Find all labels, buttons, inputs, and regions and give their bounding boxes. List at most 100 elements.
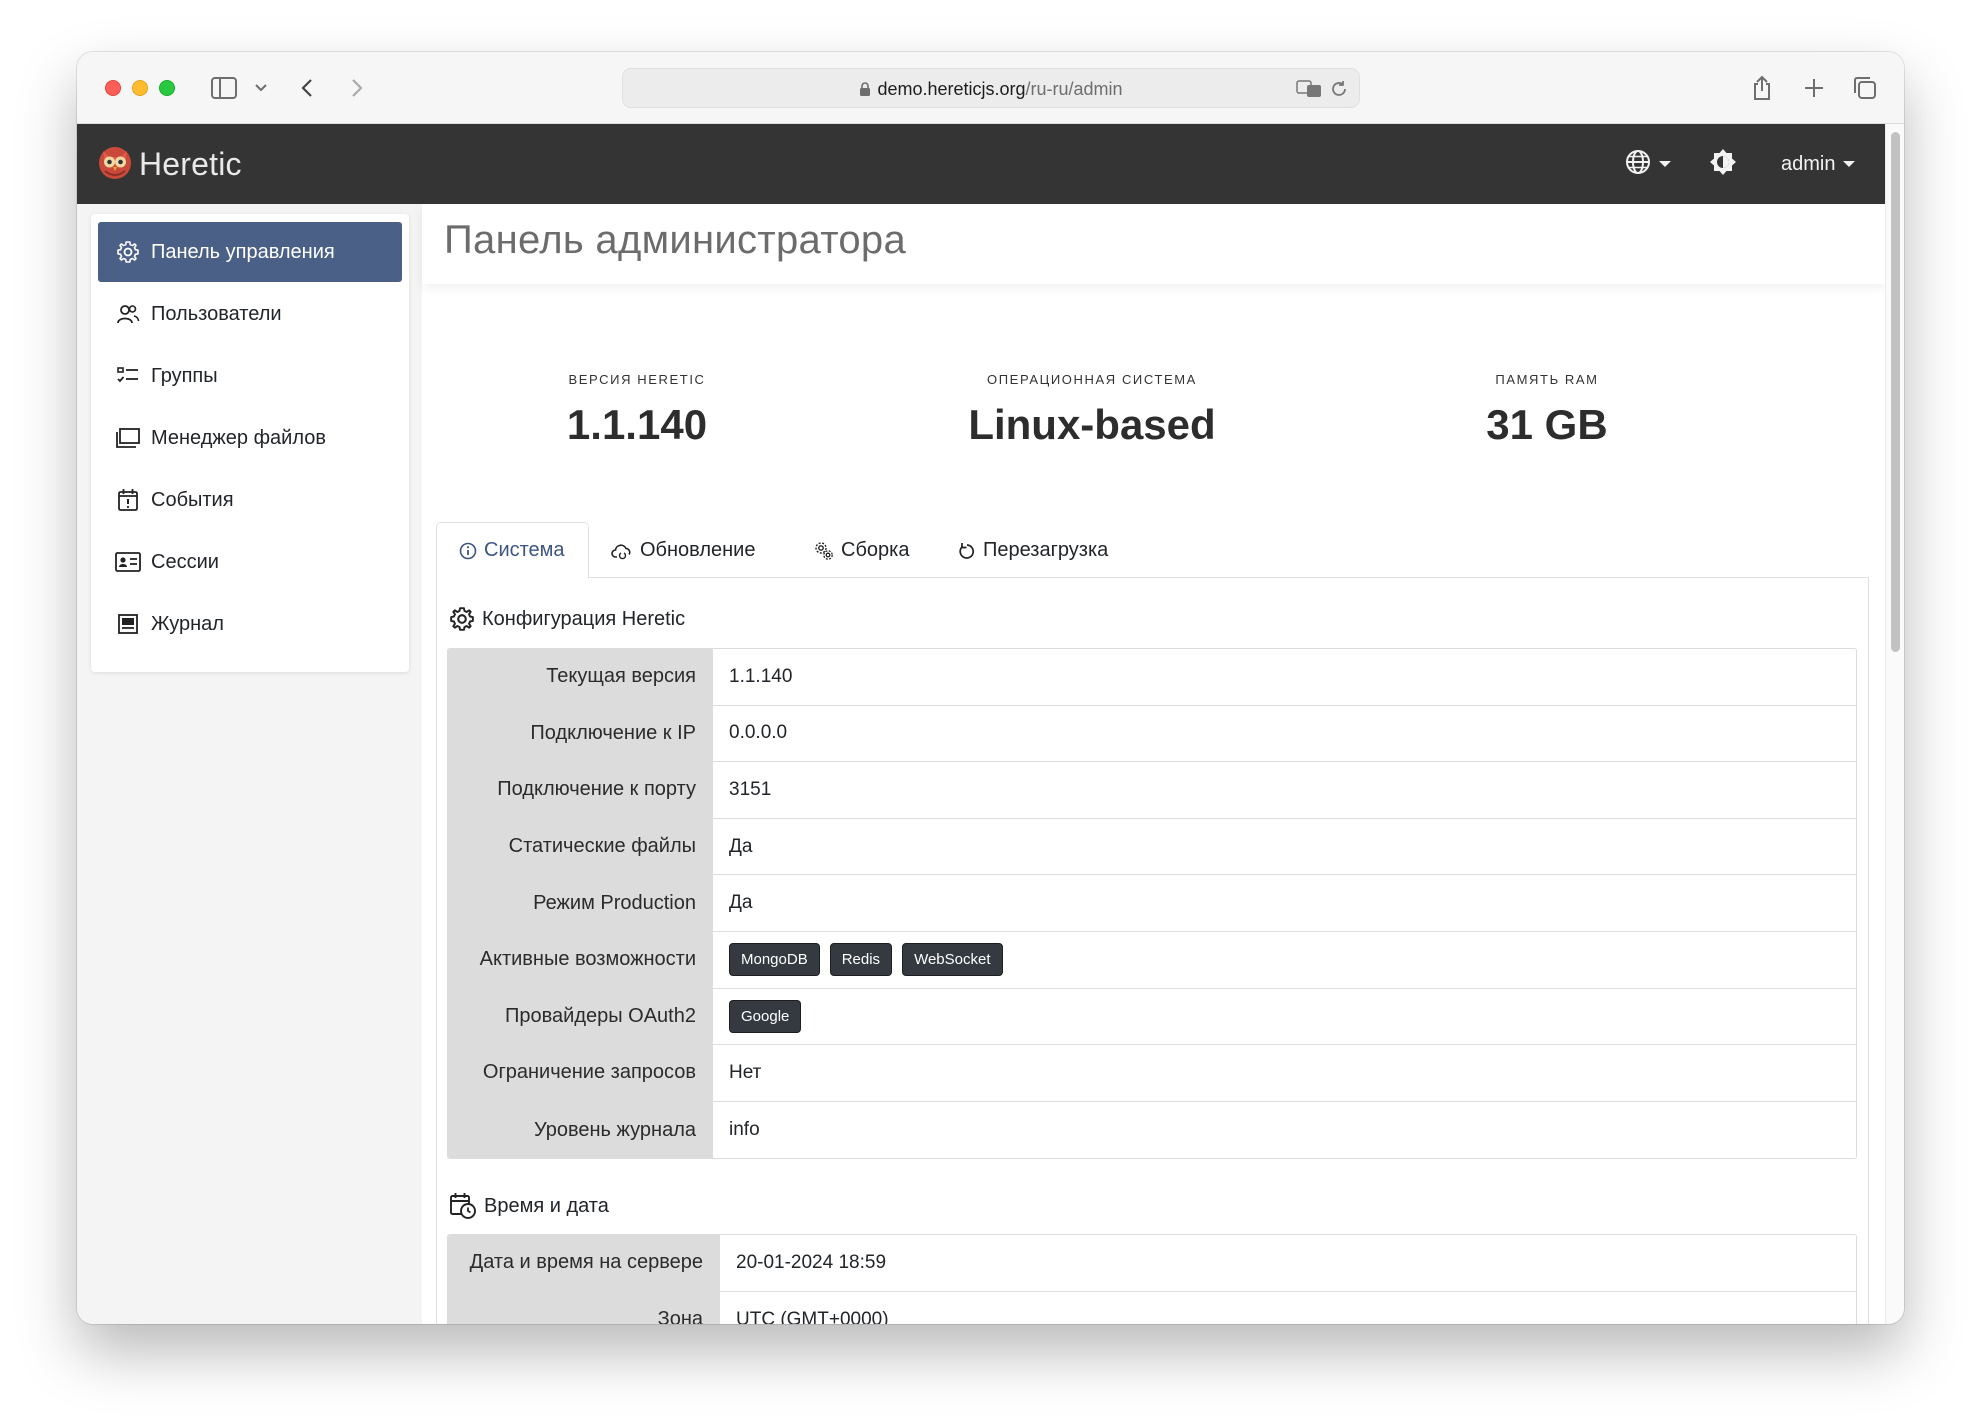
close-window-button[interactable] bbox=[105, 80, 121, 96]
scrollbar-thumb[interactable] bbox=[1891, 132, 1900, 652]
stats-row: Версия Heretic 1.1.140 Операционная сист… bbox=[422, 372, 1885, 462]
row-key: Зона bbox=[448, 1291, 720, 1324]
row-value: 0.0.0.0 bbox=[713, 705, 1856, 762]
users-icon bbox=[115, 301, 141, 327]
table-row: Активные возможности MongoDB Redis WebSo… bbox=[448, 931, 1856, 989]
sidebar-item-log[interactable]: Журнал bbox=[98, 594, 402, 654]
stat-ram: Память RAM 31 GB bbox=[1422, 372, 1672, 449]
main-panel: Панель администратора Версия Heretic 1.1… bbox=[422, 204, 1885, 1324]
sidebar-item-sessions[interactable]: Сессии bbox=[98, 532, 402, 592]
table-row: Текущая версия 1.1.140 bbox=[448, 649, 1856, 706]
sidebar-item-label: Пользователи bbox=[151, 302, 282, 325]
chevron-down-icon bbox=[1659, 161, 1671, 167]
table-row: Ограничение запросов Нет bbox=[448, 1045, 1856, 1102]
row-key: Активные возможности bbox=[448, 931, 713, 988]
translate-icon[interactable] bbox=[1295, 75, 1323, 103]
table-row: Режим Production Да bbox=[448, 875, 1856, 932]
stat-label: Операционная система bbox=[987, 372, 1197, 387]
sidebar-item-label: События bbox=[151, 488, 234, 511]
tab-label: Система bbox=[484, 539, 565, 561]
tab-label: Перезагрузка bbox=[983, 539, 1109, 561]
stat-value: 31 GB bbox=[1486, 401, 1608, 448]
table-row: Подключение к порту 3151 bbox=[448, 762, 1856, 819]
row-value: 20-01-2024 18:59 bbox=[720, 1235, 1856, 1291]
stat-version: Версия Heretic 1.1.140 bbox=[512, 372, 762, 449]
oauth-badge: Google bbox=[729, 999, 802, 1033]
row-value: UTC (GMT+0000) bbox=[720, 1291, 1856, 1324]
sidebar-item-groups[interactable]: Группы bbox=[98, 346, 402, 406]
sidebar-item-users[interactable]: Пользователи bbox=[98, 284, 402, 344]
calendar-clock-icon bbox=[449, 1192, 477, 1220]
url-path: /ru-ru/admin bbox=[1025, 79, 1123, 99]
brand-logo[interactable]: Heretic bbox=[97, 142, 242, 186]
sidebar-item-file-manager[interactable]: Менеджер файлов bbox=[98, 408, 402, 468]
stat-os: Операционная система Linux-based bbox=[922, 372, 1262, 449]
chevron-down-icon bbox=[1843, 161, 1856, 167]
row-value: Да bbox=[713, 875, 1856, 931]
tab-build[interactable]: Сборка bbox=[792, 522, 931, 579]
sidebar-item-label: Менеджер файлов bbox=[151, 426, 326, 449]
sidebar-item-label: Журнал bbox=[151, 612, 224, 635]
gear-icon bbox=[449, 606, 475, 632]
row-key: Статические файлы bbox=[448, 818, 713, 875]
sidebar-item-events[interactable]: События bbox=[98, 470, 402, 530]
row-key: Уровень журнала bbox=[448, 1101, 713, 1159]
row-key: Подключение к IP bbox=[448, 705, 713, 762]
tab-restart[interactable]: Перезагрузка bbox=[936, 522, 1130, 579]
feature-badge: Redis bbox=[829, 943, 893, 977]
sidebar-item-dashboard[interactable]: Панель управления bbox=[98, 222, 402, 282]
table-row: Зона UTC (GMT+0000) bbox=[448, 1291, 1856, 1324]
chevron-down-icon[interactable] bbox=[253, 72, 269, 104]
browser-toolbar: demo.hereticjs.org/ru-ru/admin bbox=[77, 52, 1904, 124]
gear-icon bbox=[115, 239, 141, 265]
sidebar-item-label: Панель управления bbox=[151, 240, 335, 263]
minimize-window-button[interactable] bbox=[132, 80, 148, 96]
row-value: Да bbox=[713, 818, 1856, 875]
sidebar-toggle-icon[interactable] bbox=[209, 72, 239, 104]
theme-toggle[interactable] bbox=[1709, 124, 1737, 204]
sidebar: Панель управления Пользователи Группы Ме… bbox=[91, 214, 409, 672]
datetime-table: Дата и время на сервере 20-01-2024 18:59… bbox=[447, 1234, 1857, 1324]
list-check-icon bbox=[115, 363, 141, 389]
table-row: Дата и время на сервере 20-01-2024 18:59 bbox=[448, 1235, 1856, 1292]
row-key: Дата и время на сервере bbox=[448, 1235, 720, 1291]
user-menu[interactable]: admin bbox=[1781, 124, 1856, 204]
section-title-text: Конфигурация Heretic bbox=[482, 607, 686, 630]
row-value: 3151 bbox=[713, 762, 1856, 818]
log-icon bbox=[115, 611, 141, 637]
new-tab-icon[interactable] bbox=[1801, 72, 1827, 104]
stat-value: Linux-based bbox=[968, 401, 1216, 448]
restart-icon bbox=[958, 542, 976, 560]
url-host: demo.hereticjs.org bbox=[877, 79, 1026, 99]
info-icon bbox=[459, 542, 477, 560]
user-name: admin bbox=[1781, 152, 1836, 175]
gears-icon bbox=[814, 541, 834, 561]
back-icon[interactable] bbox=[297, 72, 317, 104]
tab-system[interactable]: Система bbox=[436, 522, 589, 579]
section-title-text: Время и дата bbox=[484, 1194, 609, 1217]
tab-bar: Система Обновление Сборка Перезагрузка bbox=[436, 522, 1869, 579]
forward-icon[interactable] bbox=[347, 72, 367, 104]
brand-name: Heretic bbox=[139, 145, 242, 182]
row-key: Провайдеры OAuth2 bbox=[448, 988, 713, 1045]
tab-overview-icon[interactable] bbox=[1851, 72, 1879, 104]
stat-value: 1.1.140 bbox=[566, 401, 708, 448]
browser-window: demo.hereticjs.org/ru-ru/admin Heretic a… bbox=[77, 52, 1904, 1324]
row-value: Нет bbox=[713, 1045, 1856, 1101]
tab-panel-system: Конфигурация Heretic Текущая версия 1.1.… bbox=[436, 578, 1869, 1324]
row-key: Текущая версия bbox=[448, 649, 713, 705]
stat-label: Версия Heretic bbox=[568, 372, 706, 387]
feature-badge: WebSocket bbox=[902, 943, 1003, 977]
tab-update[interactable]: Обновление bbox=[589, 522, 777, 579]
reload-icon[interactable] bbox=[1327, 75, 1351, 103]
table-row: Статические файлы Да bbox=[448, 818, 1856, 876]
language-dropdown[interactable] bbox=[1625, 124, 1671, 204]
table-row: Подключение к IP 0.0.0.0 bbox=[448, 705, 1856, 763]
share-icon[interactable] bbox=[1749, 72, 1775, 104]
page-title: Панель администратора bbox=[444, 218, 907, 262]
zoom-window-button[interactable] bbox=[159, 80, 175, 96]
page-scrollbar[interactable] bbox=[1885, 124, 1904, 1324]
address-bar[interactable]: demo.hereticjs.org/ru-ru/admin bbox=[622, 68, 1360, 108]
section-title-datetime: Время и дата bbox=[449, 1192, 609, 1220]
folders-icon bbox=[115, 425, 141, 451]
